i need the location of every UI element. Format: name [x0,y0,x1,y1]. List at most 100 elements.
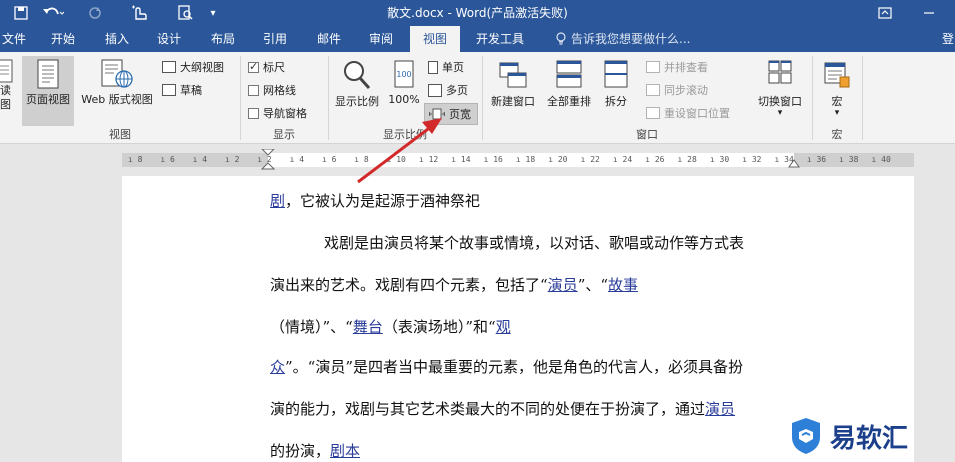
outline-button[interactable]: 大纲视图 [162,59,224,75]
tab-file[interactable]: 文件 [0,26,28,52]
window-group-label: 窗口 [636,128,658,141]
link-actor-2[interactable]: 演员 [705,400,735,418]
tab-design[interactable]: 设计 [146,26,192,52]
doc-text: （情境）”、“ [270,318,353,336]
tell-me-text: 告诉我您想要做什么... [571,32,691,46]
ruler-checkbox[interactable]: 标尺 [248,59,285,75]
reset-position-icon [646,107,660,119]
read-mode-button[interactable]: 读图 [0,56,16,112]
lightbulb-icon [556,32,566,45]
web-layout-button[interactable]: Web 版式视图 [78,56,156,126]
gridlines-checkbox[interactable]: 网格线 [248,82,296,98]
minimize-icon[interactable] [914,0,944,26]
split-button[interactable]: 拆分 [598,56,634,126]
ruler-tick-label: ı 36 [806,155,827,164]
switch-windows-button[interactable]: 切换窗口 ▾ [750,56,810,126]
multi-page-label: 多页 [446,84,468,97]
tab-mailings[interactable]: 邮件 [306,26,352,52]
gridlines-label: 网格线 [263,84,296,97]
split-icon [604,60,628,88]
tab-insert[interactable]: 插入 [94,26,140,52]
tab-developer[interactable]: 开发工具 [468,26,532,52]
nav-pane-label: 导航窗格 [263,107,307,120]
ruler-tick-label: ı 30 [709,155,730,164]
one-page-button[interactable]: 单页 [428,59,464,75]
gridlines-check-icon [248,84,259,96]
page-width-label: 页宽 [449,108,471,121]
zoom-button[interactable]: 显示比例 [330,56,384,126]
ruler-tick-label: ı 14 [451,155,471,164]
tab-layout[interactable]: 布局 [200,26,246,52]
ruler-label: 标尺 [263,61,285,74]
doc-line-4: （情境）”、“舞台（表演场地）”和“观 [270,316,511,337]
ruler-tick-label: ı 6 [321,155,337,164]
right-indent-marker-icon[interactable] [788,159,800,169]
sync-scroll-button[interactable]: 同步滚动 [646,82,708,98]
page-width-icon [429,108,445,120]
side-by-side-button[interactable]: 并排查看 [646,59,708,75]
doc-line-3: 演出来的艺术。戏剧有四个元素，包括了“演员”、“故事 [270,274,638,295]
separator [328,56,329,140]
reset-position-label: 重设窗口位置 [664,107,730,120]
ruler-tick-label: ı 4 [192,155,208,164]
link-story[interactable]: 故事 [608,276,638,294]
ruler-tick-label: ı 4 [289,155,305,164]
doc-line-2: 戏剧是由演员将某个故事或情境，以对话、歌唱或动作等方式表 [324,234,745,252]
macros-button[interactable]: 宏 ▾ [816,56,858,126]
ruler-tick-label: ı 28 [677,155,697,164]
print-layout-button[interactable]: 页面视图 [22,56,74,126]
ruler-tick-label: ı 10 [386,155,406,164]
indent-marker-icon[interactable] [261,149,275,171]
link-script[interactable]: 剧本 [330,442,360,460]
sync-scroll-label: 同步滚动 [664,84,708,97]
multi-page-icon [428,83,442,97]
link-audience[interactable]: 观 [496,318,511,336]
new-window-icon [499,62,527,88]
sign-in-link[interactable]: 登 [938,26,955,52]
link-stage[interactable]: 舞台 [353,318,383,336]
page-width-button[interactable]: 页宽 [424,103,478,125]
print-layout-icon [37,59,59,89]
horizontal-ruler[interactable]: ı 8ı 6ı 4ı 2ı 2ı 4ı 6ı 8ı 10 ı 12 ı 14 ı 16… [122,149,914,170]
ruler-tick-label: ı 16 [483,155,503,164]
link-actor[interactable]: 演员 [548,276,578,294]
switch-windows-icon [768,60,792,84]
tab-view[interactable]: 视图 [410,26,460,52]
link-zhong[interactable]: 众 [270,358,285,376]
tab-home[interactable]: 开始 [40,26,86,52]
macros-icon [824,62,850,88]
ruler-tick-label: ı 20 [548,155,568,164]
draft-icon [162,84,176,96]
doc-text: 演出来的艺术。戏剧有四个元素，包括了“ [270,276,548,294]
split-label: 拆分 [605,95,627,108]
arrange-all-label: 全部重排 [547,95,591,108]
zoom-100-icon: 100 [394,60,414,88]
ruler-row: ı 8ı 6ı 4ı 2ı 2ı 4ı 6ı 8ı 10 ı 12 ı 14 ı 16… [0,145,955,175]
multi-page-button[interactable]: 多页 [428,82,468,98]
zoom-group-label: 显示比例 [383,128,427,141]
tab-review[interactable]: 审阅 [358,26,404,52]
ruler-tick-label: ı 8 [128,155,143,164]
new-window-label: 新建窗口 [491,95,535,108]
link-ju[interactable]: 剧 [270,192,285,210]
views-group-label: 视图 [109,128,131,141]
nav-pane-checkbox[interactable]: 导航窗格 [248,105,307,121]
zoom-100-button[interactable]: 100 100% [384,56,424,126]
ruler-tick-label: ı 2 [224,155,240,164]
watermark-logo: 易软汇 [788,414,948,458]
new-window-button[interactable]: 新建窗口 [484,56,542,126]
ribbon-display-icon[interactable] [870,0,900,26]
read-mode-label: 读图 [0,84,11,111]
tab-references[interactable]: 引用 [252,26,298,52]
reset-window-position-button[interactable]: 重设窗口位置 [646,105,730,121]
arrange-all-button[interactable]: 全部重排 [542,56,596,126]
ruler-check-icon [248,60,259,73]
ruler-tick-label: ı 32 [742,155,762,164]
separator [812,56,813,140]
outline-icon [162,61,176,73]
macros-group-label: 宏 [831,128,843,141]
doc-line-5: 众”。“演员”是四者当中最重要的元素，他是角色的代言人，必须具备扮 [270,356,743,377]
tell-me-search[interactable]: 告诉我您想要做什么... [555,26,690,52]
ribbon-tabs: 文件 开始 插入 设计 布局 引用 邮件 审阅 视图 开发工具 告诉我您想要做什… [0,26,955,52]
draft-button[interactable]: 草稿 [162,82,202,98]
